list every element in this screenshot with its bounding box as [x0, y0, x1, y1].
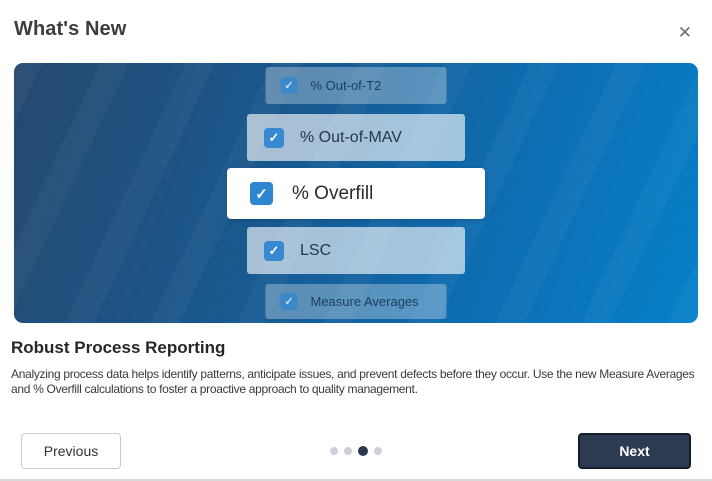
pagination-dot-3[interactable]: [358, 446, 368, 456]
close-icon[interactable]: ✕: [674, 20, 696, 45]
feature-heading: Robust Process Reporting: [11, 338, 705, 358]
whats-new-dialog: What's New ✕ ✓ % Out-of-T2 ✓ % Out-of-MA…: [0, 0, 712, 481]
dialog-footer: Previous Next: [0, 433, 712, 469]
illustration-checkbox-row-lsc: ✓ LSC: [247, 227, 465, 274]
next-button[interactable]: Next: [578, 433, 691, 469]
checkbox-checked-icon: ✓: [281, 293, 298, 310]
checkbox-row-label: % Out-of-MAV: [300, 129, 402, 147]
illustration-checkbox-row-out-of-t2: ✓ % Out-of-T2: [266, 67, 447, 104]
checkbox-checked-icon: ✓: [281, 77, 298, 94]
feature-description-section: Robust Process Reporting Analyzing proce…: [11, 338, 705, 398]
pagination-dots: [330, 446, 382, 456]
illustration-checkbox-row-measure-averages: ✓ Measure Averages: [266, 284, 447, 319]
checkbox-checked-icon: ✓: [264, 241, 284, 261]
previous-button[interactable]: Previous: [21, 433, 121, 469]
checkbox-row-label: LSC: [300, 242, 331, 260]
pagination-dot-1[interactable]: [330, 447, 338, 455]
pagination-dot-4[interactable]: [374, 447, 382, 455]
checkbox-row-label: % Overfill: [292, 183, 373, 205]
pagination-dot-2[interactable]: [344, 447, 352, 455]
checkbox-checked-icon: ✓: [264, 128, 284, 148]
feature-illustration-banner: ✓ % Out-of-T2 ✓ % Out-of-MAV ✓ % Overfil…: [14, 63, 698, 323]
checkbox-row-label: % Out-of-T2: [311, 78, 382, 93]
dialog-title: What's New: [14, 18, 126, 41]
illustration-checkbox-row-out-of-mav: ✓ % Out-of-MAV: [247, 114, 465, 161]
illustration-checkbox-row-overfill: ✓ % Overfill: [227, 168, 485, 219]
checkbox-row-label: Measure Averages: [311, 294, 419, 309]
feature-body-text: Analyzing process data helps identify pa…: [11, 367, 705, 398]
checkbox-checked-icon: ✓: [250, 182, 273, 205]
dialog-header: What's New ✕: [0, 0, 712, 45]
